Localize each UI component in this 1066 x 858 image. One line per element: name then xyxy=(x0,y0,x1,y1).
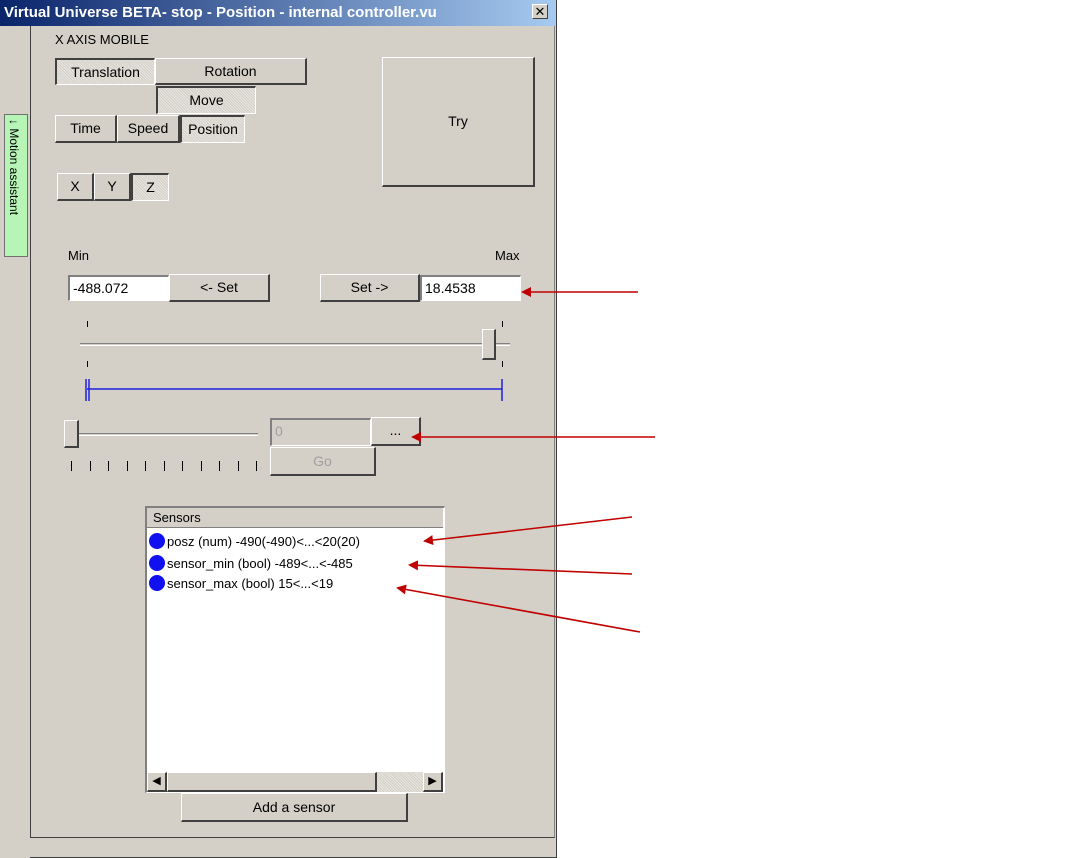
arrow-to-posz-sensor xyxy=(423,516,633,546)
arrow-to-sensor-max xyxy=(396,584,641,633)
annotation-arrows xyxy=(396,287,655,633)
arrow-to-sensor-min xyxy=(408,560,633,575)
